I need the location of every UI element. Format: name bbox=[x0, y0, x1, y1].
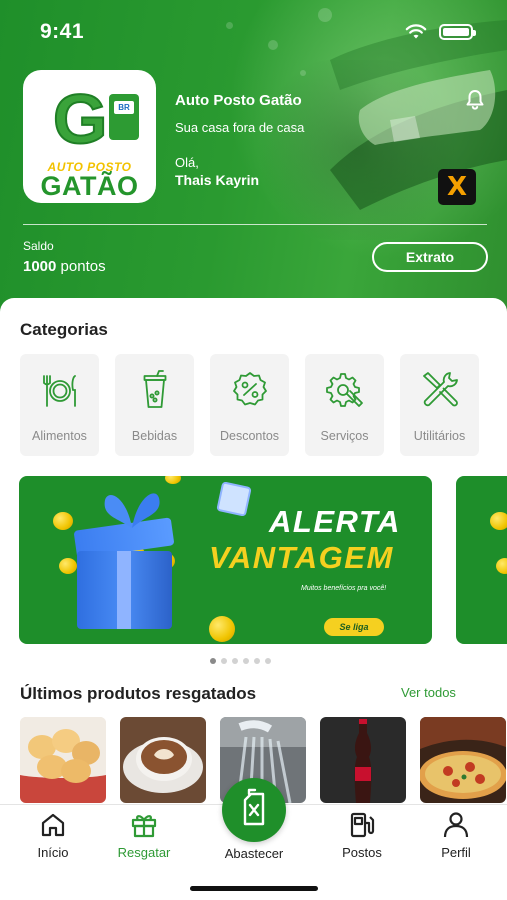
bell-icon[interactable] bbox=[463, 88, 487, 112]
status-bar: 9:41 bbox=[0, 0, 507, 64]
category-bebidas[interactable]: Bebidas bbox=[115, 354, 194, 456]
tab-perfil[interactable]: Perfil bbox=[416, 811, 496, 860]
discount-badge-icon bbox=[233, 372, 267, 406]
balance-value: 1000 pontos bbox=[23, 258, 106, 275]
refuel-label[interactable]: Abastecer bbox=[204, 846, 304, 861]
store-logo: G BR AUTO POSTO GATÃO bbox=[23, 70, 156, 203]
see-all-link[interactable]: Ver todos bbox=[401, 685, 456, 700]
balance-label: Saldo bbox=[23, 239, 54, 253]
refuel-button[interactable] bbox=[222, 778, 286, 842]
category-servicos[interactable]: Serviços bbox=[305, 354, 384, 456]
store-tagline: Sua casa fora de casa bbox=[175, 120, 305, 135]
carousel-dot[interactable] bbox=[265, 658, 271, 664]
product-item[interactable] bbox=[20, 717, 106, 803]
drink-cup-icon bbox=[143, 370, 167, 408]
fuel-can-icon bbox=[243, 788, 265, 826]
gear-wrench-icon bbox=[326, 373, 363, 407]
greeting: Olá, bbox=[175, 155, 199, 170]
category-descontos[interactable]: Descontos bbox=[210, 354, 289, 456]
battery-icon bbox=[439, 24, 476, 40]
carousel-dots bbox=[210, 658, 271, 664]
banner-cta-button[interactable]: Se liga bbox=[324, 618, 384, 636]
coffee-image bbox=[120, 717, 206, 803]
gas-station-icon bbox=[350, 812, 375, 838]
carousel-dot[interactable] bbox=[221, 658, 227, 664]
header: 9:41 G BR AUTO POSTO GATÃO Auto Posto Ga… bbox=[0, 0, 507, 320]
product-item[interactable] bbox=[320, 717, 406, 803]
tools-icon bbox=[423, 372, 458, 407]
category-utilitarios[interactable]: Utilitários bbox=[400, 354, 479, 456]
pizza-image bbox=[420, 717, 506, 803]
product-item[interactable] bbox=[420, 717, 506, 803]
home-indicator bbox=[190, 886, 318, 891]
carousel-dot[interactable] bbox=[243, 658, 249, 664]
gift-icon bbox=[131, 815, 157, 838]
partner-badge[interactable]: X bbox=[438, 169, 476, 205]
divider bbox=[23, 224, 487, 225]
wifi-icon bbox=[405, 24, 427, 39]
promo-banner[interactable]: ALERTA VANTAGEM Muitos benefícios pra vo… bbox=[19, 476, 432, 644]
cola-bottle-image bbox=[320, 717, 406, 803]
app-screen: 9:41 G BR AUTO POSTO GATÃO Auto Posto Ga… bbox=[0, 0, 507, 900]
tab-resgatar[interactable]: Resgatar bbox=[104, 811, 184, 860]
user-icon bbox=[443, 812, 469, 838]
categories-title: Categorias bbox=[20, 320, 108, 339]
user-name: Thais Kayrin bbox=[175, 172, 260, 188]
utensils-icon bbox=[43, 375, 76, 407]
tab-postos[interactable]: Postos bbox=[322, 811, 402, 860]
product-item[interactable] bbox=[120, 717, 206, 803]
gift-bow bbox=[104, 493, 160, 528]
category-alimentos[interactable]: Alimentos bbox=[20, 354, 99, 456]
store-name: Auto Posto Gatão bbox=[175, 92, 302, 109]
carousel-dot[interactable] bbox=[232, 658, 238, 664]
small-gift bbox=[216, 481, 252, 517]
statement-button[interactable]: Extrato bbox=[372, 242, 488, 272]
tab-inicio[interactable]: Início bbox=[13, 811, 93, 860]
status-time: 9:41 bbox=[40, 20, 85, 43]
promo-banner-next[interactable] bbox=[456, 476, 507, 644]
cheese-bread-image bbox=[20, 717, 106, 803]
carousel-dot[interactable] bbox=[210, 658, 216, 664]
home-icon bbox=[41, 813, 65, 837]
carousel-dot[interactable] bbox=[254, 658, 260, 664]
products-title: Últimos produtos resgatados bbox=[20, 684, 257, 703]
categories-list: Alimentos Bebidas Descontos Serviços Uti… bbox=[20, 354, 479, 456]
